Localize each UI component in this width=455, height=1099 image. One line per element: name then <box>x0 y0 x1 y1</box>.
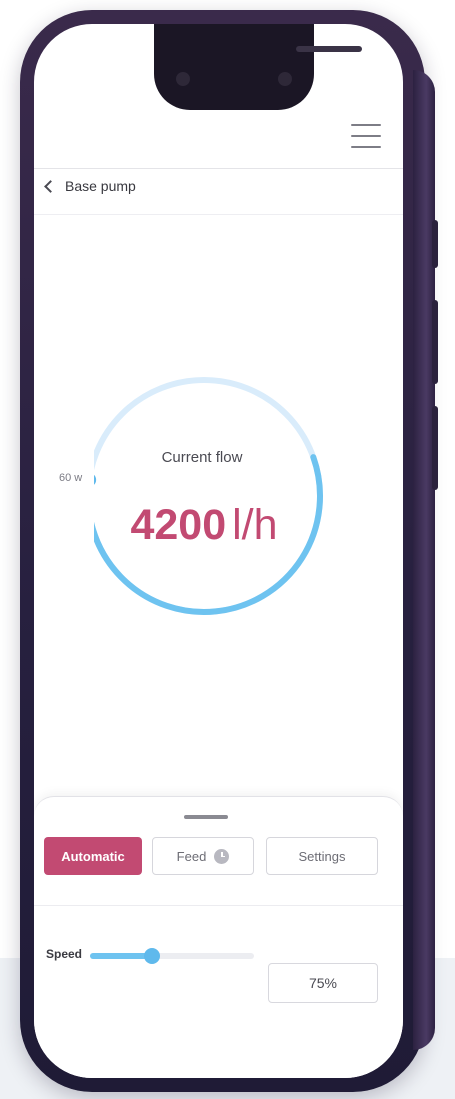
flow-title: Current flow <box>161 449 243 466</box>
panel-divider <box>34 905 403 906</box>
phone-screen: Base pump 60 w Current flow 4200 l/h Auto… <box>34 24 403 1078</box>
phone-side <box>413 70 435 1050</box>
flow-readout: 4200 l/h <box>104 504 304 547</box>
tab-settings-label: Settings <box>298 848 346 864</box>
control-panel: Automatic Feed Settings Speed 75% <box>34 796 403 1078</box>
flow-gauge <box>94 377 323 615</box>
volume-up-button <box>432 300 438 384</box>
speed-slider[interactable] <box>90 948 254 964</box>
speed-value-field[interactable]: 75% <box>268 963 378 1003</box>
tab-automatic[interactable]: Automatic <box>44 837 142 875</box>
speed-slider-fill <box>90 953 153 959</box>
tab-feed[interactable]: Feed <box>152 837 254 875</box>
hamburger-menu-icon[interactable] <box>351 124 381 150</box>
phone-frame: Base pump 60 w Current flow 4200 l/h Auto… <box>20 10 438 1092</box>
tab-feed-label: Feed <box>176 848 207 864</box>
flow-value: 4200 <box>130 501 227 549</box>
gauge-min-label: 60 w <box>59 472 83 484</box>
volume-down-button <box>432 406 438 490</box>
sensor-icon <box>278 72 292 86</box>
clock-icon <box>214 848 230 864</box>
tab-settings[interactable]: Settings <box>266 837 378 875</box>
back-button[interactable]: Base pump <box>44 178 136 194</box>
speaker-grille <box>296 46 362 52</box>
front-camera-icon <box>176 72 190 86</box>
flow-unit: l/h <box>232 501 278 549</box>
notch <box>154 24 362 110</box>
speed-value: 75% <box>308 975 338 991</box>
mute-switch <box>432 220 438 268</box>
chevron-left-icon <box>44 179 57 193</box>
page-title: Base pump <box>65 178 136 194</box>
app-header <box>34 110 403 169</box>
gauge-handle[interactable] <box>94 473 97 487</box>
speed-label: Speed <box>46 947 83 961</box>
breadcrumb: Base pump <box>34 168 403 215</box>
drag-handle[interactable] <box>184 815 228 819</box>
speed-slider-thumb[interactable] <box>144 948 161 964</box>
tab-automatic-label: Automatic <box>61 848 125 864</box>
